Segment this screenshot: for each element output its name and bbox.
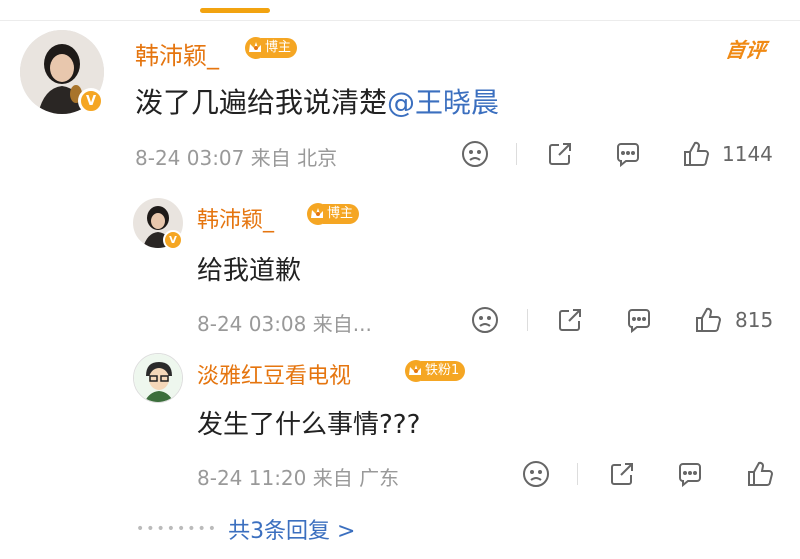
share-icon[interactable]: [545, 139, 575, 169]
top-comment-badge: 首评: [724, 38, 768, 62]
role-badge: 博主: [305, 202, 360, 226]
divider: [577, 463, 578, 485]
share-icon[interactable]: [607, 459, 637, 489]
dislike-face-icon[interactable]: [460, 139, 490, 169]
thumbs-up-icon[interactable]: [681, 139, 711, 169]
share-icon[interactable]: [555, 305, 585, 335]
divider: [527, 309, 528, 331]
comment-meta: 8-24 03:07 来自 北京: [135, 146, 338, 170]
verified-v-icon: V: [78, 88, 104, 114]
comment-icon[interactable]: [624, 305, 654, 335]
comment-icon[interactable]: [675, 459, 705, 489]
avatar[interactable]: [133, 353, 183, 403]
tab-indicator: [200, 8, 270, 13]
dislike-face-icon[interactable]: [470, 305, 500, 335]
reply-username[interactable]: 淡雅红豆看电视: [197, 358, 351, 390]
comment-username[interactable]: 韩沛颖_: [135, 36, 219, 71]
like-count: 1144: [722, 142, 773, 166]
divider: [0, 20, 800, 21]
mention-link[interactable]: @王晓晨: [387, 86, 499, 119]
verified-v-icon: V: [163, 230, 183, 250]
divider: [516, 143, 517, 165]
comment-icon[interactable]: [613, 139, 643, 169]
reply-text: 给我道歉: [197, 256, 302, 286]
like-count: 815: [735, 308, 774, 332]
thumbs-up-icon[interactable]: [745, 459, 775, 489]
reply-text: 发生了什么事情???: [197, 410, 421, 440]
dislike-face-icon[interactable]: [521, 459, 551, 489]
role-badge: 博主: [243, 36, 298, 60]
more-replies-label[interactable]: 共3条回复 >: [228, 513, 355, 545]
thumbs-up-icon[interactable]: [693, 305, 723, 335]
comment-text: 泼了几遍给我说清楚@王晓晨: [135, 86, 500, 119]
reply-username[interactable]: 韩沛颖_: [197, 202, 274, 234]
more-replies-link[interactable]: •••••••• 共3条回复 >: [136, 513, 356, 545]
reply-meta: 8-24 03:08 来自...: [197, 312, 372, 336]
reply-meta: 8-24 11:20 来自 广东: [197, 466, 400, 490]
fan-badge: 铁粉1: [403, 359, 466, 383]
dotted-separator: ••••••••: [136, 521, 219, 537]
